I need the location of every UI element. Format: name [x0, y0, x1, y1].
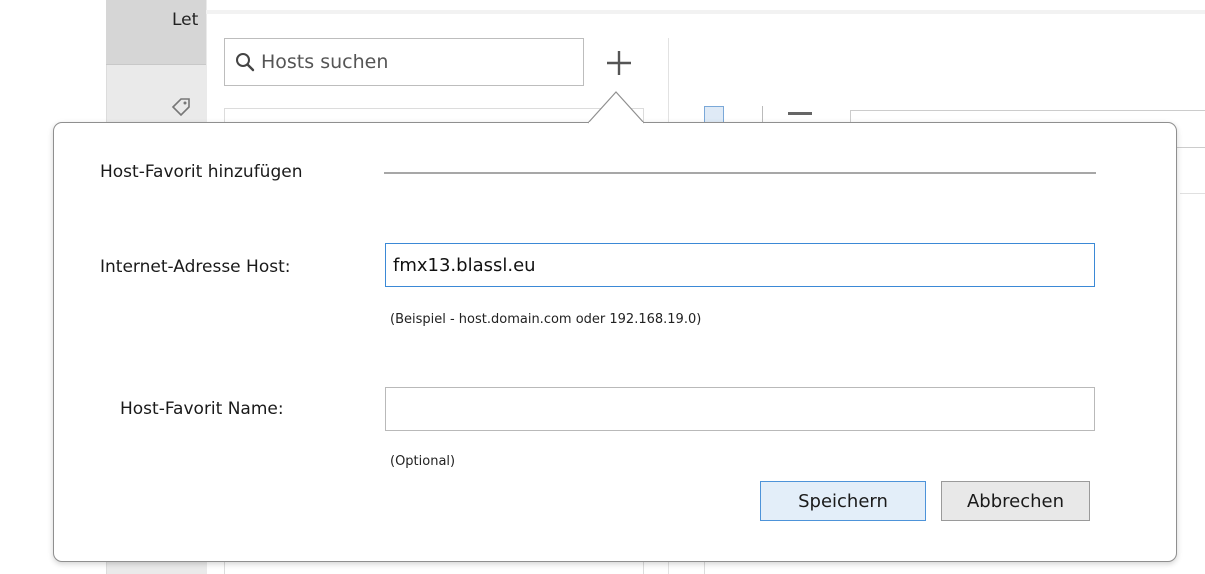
column-divider — [704, 560, 705, 574]
favorite-name-label: Host-Favorit Name: — [120, 399, 284, 419]
host-address-hint: (Beispiel - host.domain.com oder 192.168… — [390, 312, 702, 327]
sidebar-item-label: Let — [172, 10, 199, 30]
right-divider — [1180, 193, 1205, 194]
host-address-label: Internet-Adresse Host: — [100, 257, 291, 277]
list-view-icon[interactable] — [788, 112, 812, 115]
section-title: Host-Favorit hinzufügen — [100, 162, 303, 182]
host-search-input[interactable]: Hosts suchen — [224, 38, 584, 86]
search-icon — [236, 53, 255, 72]
header-strip — [206, 10, 1205, 14]
save-button[interactable]: Speichern — [760, 481, 926, 521]
add-favorite-popover: Host-Favorit hinzufügen Internet-Adresse… — [53, 122, 1177, 562]
add-host-button[interactable] — [598, 42, 640, 84]
favorite-name-hint: (Optional) — [390, 454, 456, 469]
app-window: Let Hosts suchen Host-Favorit hinzufügen… — [0, 0, 1205, 574]
favorite-name-field[interactable] — [385, 387, 1095, 431]
section-divider — [384, 172, 1096, 174]
plus-icon — [607, 51, 631, 75]
popover-caret — [588, 91, 644, 124]
tag-icon[interactable] — [170, 96, 192, 123]
cancel-button[interactable]: Abbrechen — [941, 481, 1090, 521]
search-placeholder: Hosts suchen — [261, 51, 389, 73]
host-address-field[interactable] — [385, 243, 1095, 287]
